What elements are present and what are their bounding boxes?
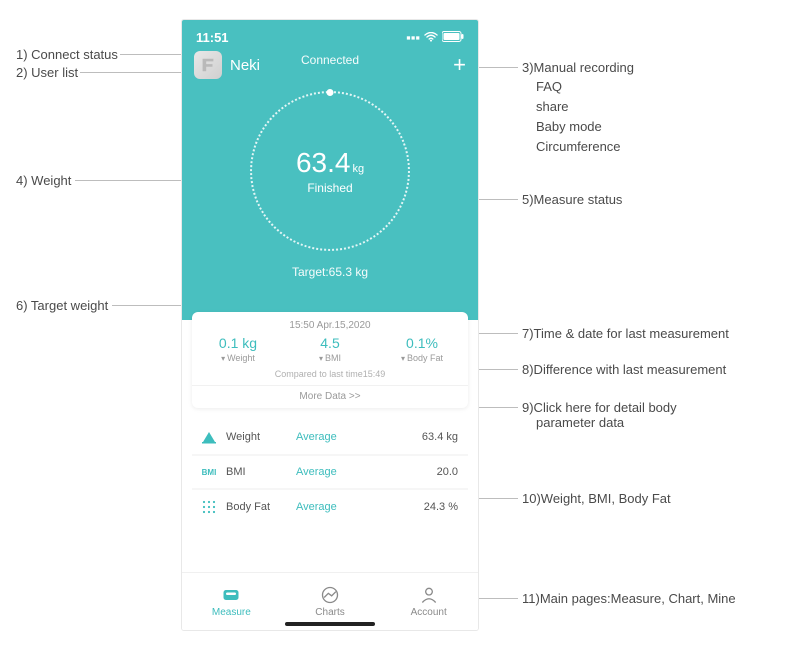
annotation-10: 10)Weight, BMI, Body Fat [522,491,671,506]
annotation-9a: 9)Click here for detail body [522,400,677,415]
menu-circ: Circumference [536,137,634,157]
diff-bmi-lbl: BMI [325,353,341,363]
tab-label: Measure [212,607,251,618]
chevron-down-icon: ▾ [221,354,225,363]
metric-name: Body Fat [226,501,296,513]
metric-row-bmi[interactable]: BMI BMI Average 20.0 [192,456,468,490]
last-measurement-time: 15:50 Apr.15,2020 [192,320,468,331]
battery-icon [442,30,464,45]
diff-bodyfat-lbl: Body Fat [407,353,443,363]
tab-label: Account [411,607,447,618]
annotation-3-line: 3)Manual recording [522,60,634,75]
phone-frame: 11:51 ▪▪▪ Neki Connected + 63.4kg [182,20,478,630]
annotation-4: 4) Weight [16,173,71,188]
diff-bmi: 4.5 ▾BMI [284,335,376,363]
diff-bodyfat: 0.1% ▾Body Fat [376,335,468,363]
more-data-button[interactable]: More Data >> [192,385,468,402]
diff-weight: 0.1 kg ▾Weight [192,335,284,363]
metric-row-bodyfat[interactable]: Body Fat Average 24.3 % [192,490,468,524]
annotation-6: 6) Target weight [16,298,108,313]
tab-label: Charts [315,607,344,618]
tab-measure[interactable]: Measure [182,573,281,630]
metric-name: BMI [226,466,296,478]
account-icon [419,585,439,605]
metric-status: Average [296,466,366,478]
measurement-dial[interactable]: 63.4kg Finished [250,91,410,251]
chevron-down-icon: ▾ [401,354,405,363]
annotation-9b: parameter data [536,415,677,430]
annotation-3: 3)Manual recording FAQ share Baby mode C… [522,60,634,158]
measure-status: Finished [307,181,352,195]
weight-value: 63.4 [296,147,351,178]
diff-weight-lbl: Weight [227,353,255,363]
dial-wrap: 63.4kg Finished [182,91,478,251]
metric-value: 20.0 [437,466,462,478]
header-row: Neki Connected + [182,45,478,83]
signal-icon: ▪▪▪ [406,30,420,45]
status-bar: 11:51 ▪▪▪ [182,28,478,45]
metric-value: 24.3 % [424,501,462,513]
bodyfat-icon [198,500,220,514]
compared-text: Compared to last time15:49 [192,369,468,379]
diff-weight-val: 0.1 kg [192,335,284,351]
header-area: 11:51 ▪▪▪ Neki Connected + 63.4kg [182,20,478,320]
connect-status: Connected [301,53,359,67]
metric-value: 63.4 kg [422,431,462,443]
metrics-list: Weight Average 63.4 kg BMI BMI Average 2… [192,420,468,524]
measure-icon [221,585,241,605]
status-icons: ▪▪▪ [406,30,464,45]
comparison-card: 15:50 Apr.15,2020 0.1 kg ▾Weight 4.5 ▾BM… [192,312,468,408]
metric-status: Average [296,431,366,443]
target-weight[interactable]: Target:65.3 kg [182,265,478,279]
metric-row-weight[interactable]: Weight Average 63.4 kg [192,420,468,456]
metric-status: Average [296,501,366,513]
annotation-8: 8)Difference with last measurement [522,362,726,377]
menu-baby: Baby mode [536,117,634,137]
weight-display: 63.4kg [296,147,364,179]
annotation-7: 7)Time & date for last measurement [522,326,729,341]
metric-name: Weight [226,431,296,443]
annotation-5: 5)Measure status [522,192,622,207]
logo-icon [199,56,217,74]
menu-share: share [536,97,634,117]
home-indicator [285,622,375,626]
clock: 11:51 [196,30,229,45]
add-button[interactable]: + [453,55,466,75]
diff-bmi-val: 4.5 [284,335,376,351]
weight-icon [198,430,220,444]
user-name[interactable]: Neki [230,57,260,74]
menu-faq: FAQ [536,77,634,97]
chevron-down-icon: ▾ [319,354,323,363]
tab-account[interactable]: Account [379,573,478,630]
wifi-icon [424,30,438,45]
annotation-1: 1) Connect status [16,47,118,62]
avatar[interactable] [194,51,222,79]
diff-row: 0.1 kg ▾Weight 4.5 ▾BMI 0.1% ▾Body Fat [192,335,468,363]
weight-unit: kg [352,163,364,175]
diff-bodyfat-val: 0.1% [376,335,468,351]
annotation-9: 9)Click here for detail body parameter d… [522,400,677,430]
annotation-11: 11)Main pages:Measure, Chart, Mine [522,591,736,606]
charts-icon [320,585,340,605]
annotation-2: 2) User list [16,65,78,80]
bmi-icon: BMI [198,468,220,477]
